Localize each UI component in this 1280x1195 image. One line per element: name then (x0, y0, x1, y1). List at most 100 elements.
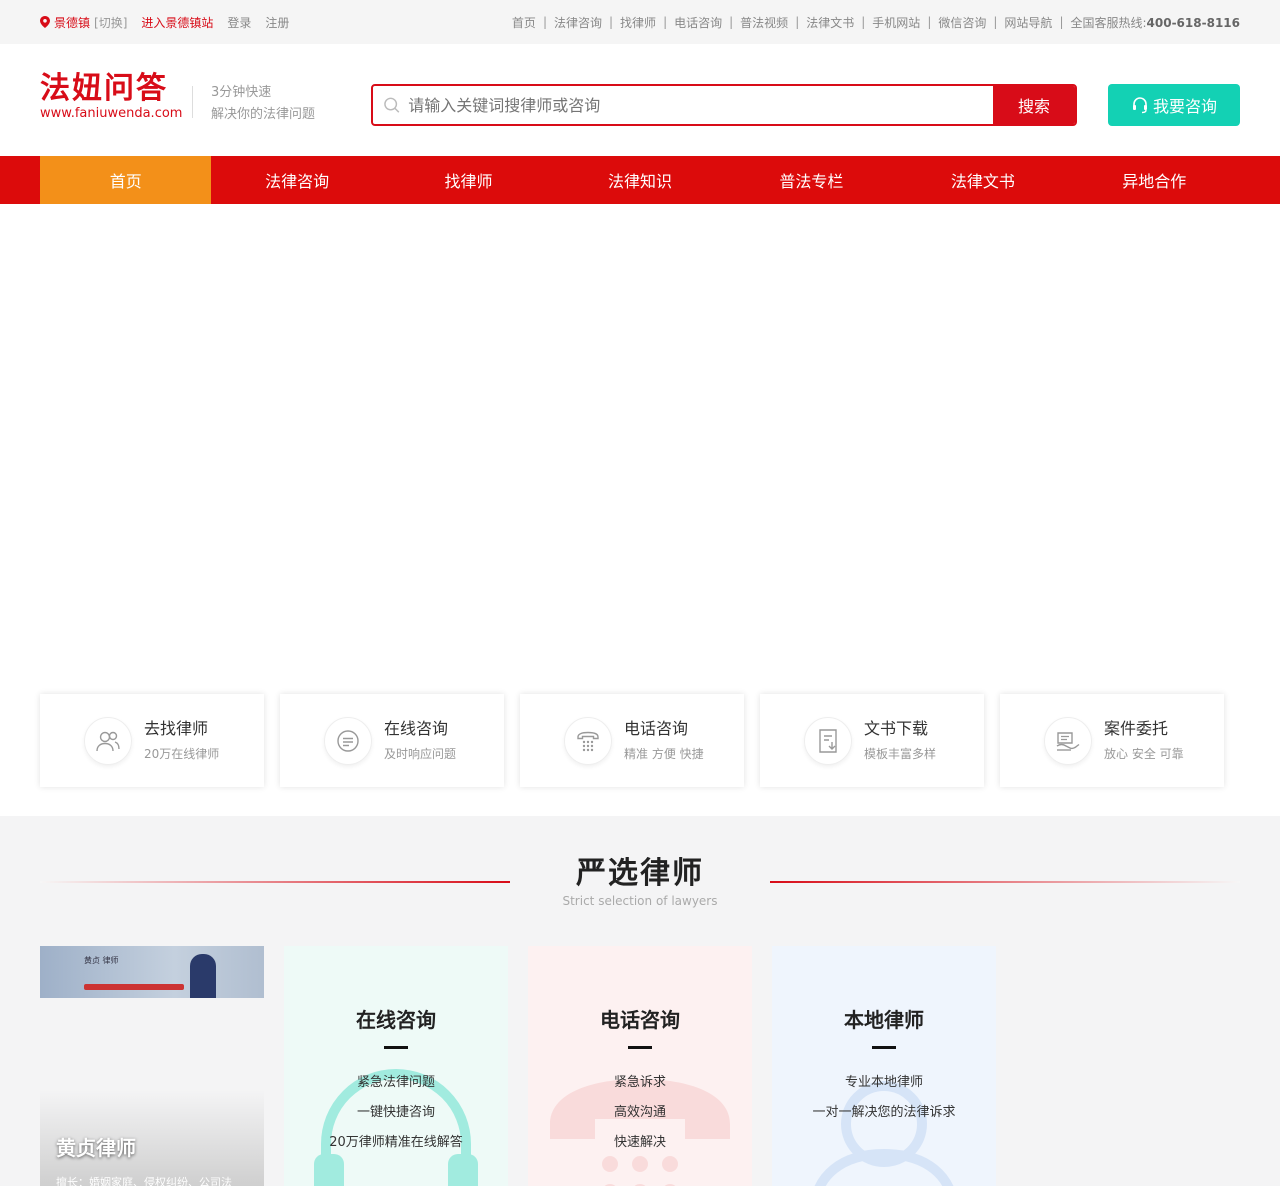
service-subtitle: 放心 安全 可靠 (1104, 746, 1184, 761)
feature-card-online-consult[interactable]: 在线咨询 紧急法律问题 一键快捷咨询 20万律师精准在线解答 (284, 946, 508, 1186)
separator: | (1059, 15, 1064, 29)
service-subtitle: 20万在线律师 (144, 746, 220, 761)
service-document-download[interactable]: 文书下载 模板丰富多样 (760, 694, 984, 787)
feature-line: 紧急法律问题 (356, 1075, 435, 1090)
top-bar: 景德镇 [切换] 进入景德镇站 登录 注册 首页 | 法律咨询 | 找律师 | 电话咨询… (0, 0, 1280, 44)
switch-city-link[interactable]: [切换] (94, 14, 127, 31)
feature-card-phone-consult[interactable]: 电话咨询 紧急诉求 高效沟通 快速解决 (528, 946, 752, 1186)
site-logo[interactable]: 法妞问答 www.faniuwenda.com (40, 72, 182, 122)
slogan-line1: 3分钟快速 (211, 85, 272, 100)
separator: | (927, 15, 932, 29)
lawyer-banner-image: 黄贞 律师 (40, 946, 264, 998)
service-title: 在线咨询 (384, 718, 449, 738)
separator: | (542, 15, 547, 29)
main-nav: 首页 法律咨询 找律师 法律知识 普法专栏 法律文书 异地合作 (0, 156, 1280, 204)
top-link-home[interactable]: 首页 (512, 14, 536, 31)
separator: | (795, 15, 800, 29)
lawyer-banner-stripe (84, 984, 184, 990)
feature-card-lines: 专业本地律师 一对一解决您的法律诉求 (772, 1068, 996, 1128)
feature-card-lines: 紧急诉求 高效沟通 快速解决 (528, 1068, 752, 1158)
search-icon (384, 97, 400, 113)
feature-card-title: 在线咨询 (356, 1008, 436, 1032)
service-title: 案件委托 (1104, 718, 1169, 738)
hotline: 全国客服热线:400-618-8116 (1070, 14, 1240, 31)
nav-item-home[interactable]: 首页 (40, 156, 212, 204)
lawyer-cards: 黄贞 律师 黄贞律师 擅长：婚姻家庭、侵权纠纷、公司法 在线咨询 紧急法律问题 … (40, 946, 996, 1186)
lawyer-card[interactable]: 黄贞 律师 黄贞律师 擅长：婚姻家庭、侵权纠纷、公司法 (40, 946, 264, 1186)
service-title: 电话咨询 (624, 718, 689, 738)
search-field (373, 86, 993, 124)
top-link-video[interactable]: 普法视频 (740, 14, 788, 31)
download-icon (804, 716, 852, 765)
banner-area (0, 204, 1280, 694)
separator: | (729, 15, 734, 29)
register-link[interactable]: 注册 (265, 14, 289, 31)
users-icon (84, 716, 132, 765)
hotline-number: 400-618-8116 (1146, 15, 1240, 30)
top-links: 首页 | 法律咨询 | 找律师 | 电话咨询 | 普法视频 | 法律文书 | 手机网站 | 微… (512, 14, 1240, 31)
city-selector[interactable]: 景德镇 [切换] (40, 14, 127, 31)
search-button[interactable]: 搜索 (993, 86, 1075, 124)
logo-divider (192, 86, 193, 118)
feature-card-title: 电话咨询 (600, 1008, 680, 1032)
section-title-en: Strict selection of lawyers (562, 894, 718, 908)
separator: | (663, 15, 668, 29)
logo-url: www.faniuwenda.com (40, 106, 183, 121)
feature-line: 一对一解决您的法律诉求 (812, 1105, 956, 1120)
hotline-label: 全国客服热线: (1070, 15, 1147, 30)
consult-label: 我要咨询 (1152, 97, 1217, 116)
lawyer-desc: 擅长：婚姻家庭、侵权纠纷、公司法 (56, 1176, 232, 1186)
service-find-lawyer[interactable]: 去找律师 20万在线律师 (40, 694, 264, 787)
feature-line: 高效沟通 (613, 1105, 666, 1120)
chat-icon (324, 716, 372, 765)
top-link-wechat[interactable]: 微信咨询 (938, 14, 986, 31)
section-title: 严选律师 Strict selection of lawyers (40, 854, 1240, 908)
feature-line: 一键快捷咨询 (356, 1105, 435, 1120)
top-link-phone[interactable]: 电话咨询 (674, 14, 722, 31)
top-link-sitemap[interactable]: 网站导航 (1004, 14, 1052, 31)
service-subtitle: 及时响应问题 (384, 746, 457, 761)
feature-card-bar (628, 1046, 652, 1049)
search-input[interactable] (408, 95, 993, 115)
nav-item-find-lawyer[interactable]: 找律师 (383, 156, 554, 204)
top-link-consult[interactable]: 法律咨询 (554, 14, 602, 31)
city-name: 景德镇 (54, 15, 91, 30)
feature-card-bar (384, 1046, 408, 1049)
headset-icon (1132, 97, 1147, 114)
login-link[interactable]: 登录 (227, 14, 251, 31)
lawyer-banner-text: 黄贞 律师 (84, 956, 119, 965)
consult-button[interactable]: 我要咨询 (1108, 84, 1240, 126)
nav-item-column[interactable]: 普法专栏 (726, 156, 897, 204)
header: 法妞问答 www.faniuwenda.com 3分钟快速 解决你的法律问题 搜… (40, 44, 1240, 156)
top-link-documents[interactable]: 法律文书 (806, 14, 854, 31)
service-subtitle: 精准 方便 快捷 (624, 746, 704, 761)
service-online-consult[interactable]: 在线咨询 及时响应问题 (280, 694, 504, 787)
handshake-icon (1044, 716, 1092, 765)
feature-line: 专业本地律师 (844, 1075, 923, 1090)
feature-card-bar (872, 1046, 896, 1049)
lawyer-name: 黄贞律师 (56, 1136, 136, 1160)
service-phone-consult[interactable]: 电话咨询 精准 方便 快捷 (520, 694, 744, 787)
service-case-entrust[interactable]: 案件委托 放心 安全 可靠 (1000, 694, 1224, 787)
enter-station-link[interactable]: 进入景德镇站 (141, 14, 213, 31)
top-link-find-lawyer[interactable]: 找律师 (620, 14, 656, 31)
separator: | (861, 15, 866, 29)
service-cards: 去找律师 20万在线律师 在线咨询 及时响应问题 电话咨询 精准 方便 快捷 文… (40, 694, 1240, 816)
separator: | (993, 15, 998, 29)
slogan: 3分钟快速 解决你的法律问题 (211, 82, 315, 126)
feature-card-title: 本地律师 (844, 1008, 924, 1032)
lawyers-section: 严选律师 Strict selection of lawyers 黄贞 律师 黄… (0, 816, 1280, 1186)
nav-item-knowledge[interactable]: 法律知识 (554, 156, 725, 204)
top-link-mobile[interactable]: 手机网站 (872, 14, 920, 31)
phone-icon (564, 716, 612, 765)
service-subtitle: 模板丰富多样 (864, 746, 937, 761)
nav-item-consult[interactable]: 法律咨询 (211, 156, 382, 204)
feature-line: 快速解决 (613, 1135, 666, 1150)
nav-item-cooperation[interactable]: 异地合作 (1069, 156, 1240, 204)
logo-name: 法妞问答 (40, 71, 168, 106)
service-title: 去找律师 (144, 718, 209, 738)
feature-card-local-lawyer[interactable]: 本地律师 专业本地律师 一对一解决您的法律诉求 (772, 946, 996, 1186)
nav-item-documents[interactable]: 法律文书 (897, 156, 1068, 204)
location-pin-icon (40, 16, 50, 28)
lawyer-portrait (190, 954, 216, 998)
